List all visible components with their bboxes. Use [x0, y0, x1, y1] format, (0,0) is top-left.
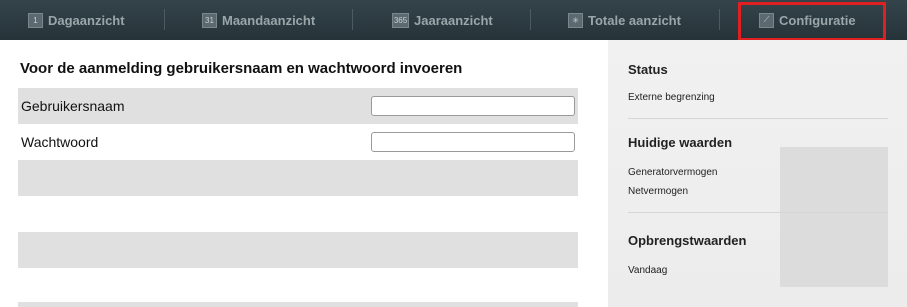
- values-panel: [780, 147, 888, 287]
- empty-row: [18, 160, 578, 196]
- tab-label: Maandaanzicht: [222, 12, 316, 28]
- empty-row: [18, 196, 578, 232]
- password-input[interactable]: [371, 132, 575, 152]
- tab-label: Totale aanzicht: [588, 12, 681, 28]
- yield-values-heading: Opbrengstwaarden: [628, 233, 747, 248]
- username-row: Gebruikersnaam: [18, 88, 578, 124]
- tab-jaaraanzicht[interactable]: 365 Jaaraanzicht: [392, 0, 493, 40]
- top-navigation: 1 Dagaanzicht 31 Maandaanzicht 365 Jaara…: [0, 0, 907, 41]
- tab-totale-aanzicht[interactable]: ✳ Totale aanzicht: [568, 0, 681, 40]
- tab-label: Dagaanzicht: [48, 12, 125, 28]
- current-value-item: Netvermogen: [628, 186, 689, 197]
- current-values-heading: Huidige waarden: [628, 135, 733, 150]
- empty-row: [18, 232, 578, 268]
- tab-dagaanzicht[interactable]: 1 Dagaanzicht: [28, 0, 125, 40]
- username-input[interactable]: [371, 96, 575, 116]
- nav-divider: [352, 9, 353, 30]
- yield-value-item: Vandaag: [628, 265, 668, 276]
- tab-label: Jaaraanzicht: [414, 12, 493, 28]
- status-sidebar: Status Externe begrenzing Huidige waarde…: [608, 40, 907, 307]
- login-title: Voor de aanmelding gebruikersnaam en wac…: [20, 60, 463, 77]
- current-value-item: Generatorvermogen: [628, 167, 718, 178]
- calendar-year-icon: 365: [392, 12, 409, 28]
- empty-row: [18, 302, 578, 307]
- tab-maandaanzicht[interactable]: 31 Maandaanzicht: [202, 0, 315, 40]
- asterisk-icon: ✳: [568, 12, 583, 28]
- calendar-month-icon: 31: [202, 12, 217, 28]
- sidebar-divider: [628, 118, 888, 119]
- nav-divider: [719, 9, 720, 30]
- password-label: Wachtwoord: [21, 134, 99, 150]
- password-row: Wachtwoord: [18, 124, 578, 160]
- active-tab-highlight: [738, 2, 886, 41]
- nav-divider: [530, 9, 531, 30]
- username-label: Gebruikersnaam: [21, 98, 125, 114]
- status-item: Externe begrenzing: [628, 92, 715, 103]
- status-heading: Status: [628, 62, 668, 77]
- nav-divider: [164, 9, 165, 30]
- calendar-day-icon: 1: [28, 12, 43, 28]
- sidebar-divider: [628, 212, 888, 213]
